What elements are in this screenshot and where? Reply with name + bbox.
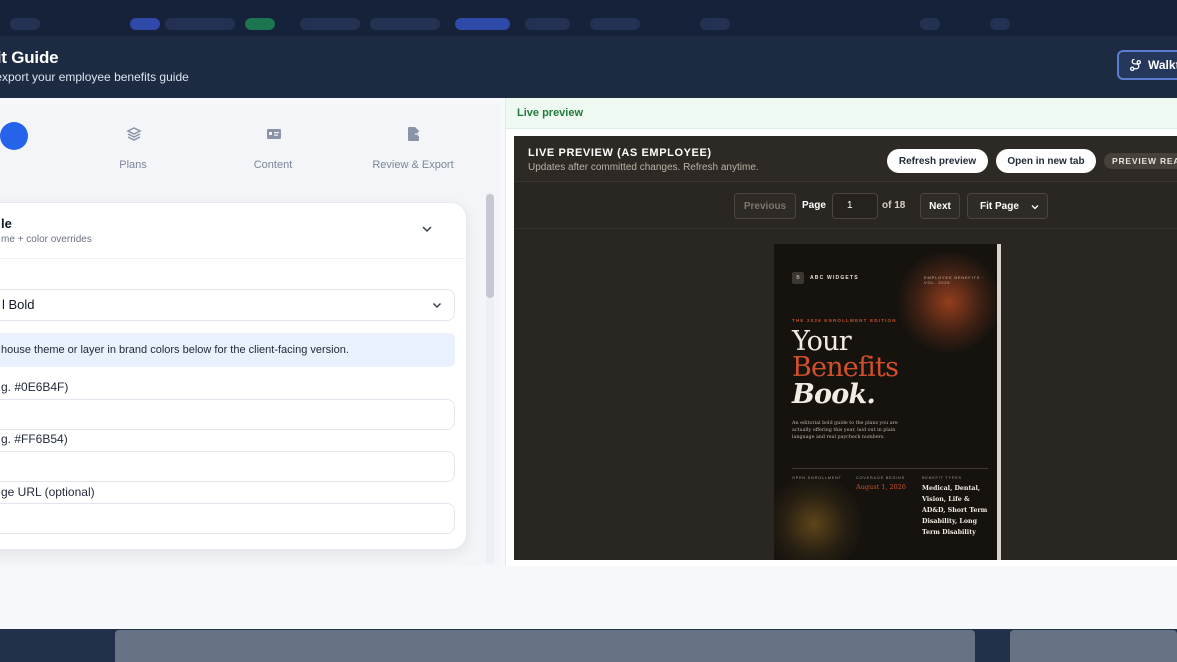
id-card-icon: [267, 129, 281, 139]
background-panel: [1010, 630, 1177, 662]
viewer-title: LIVE PREVIEW (AS EMPLOYEE): [528, 147, 712, 159]
primary-color-label: g. #0E6B4F): [1, 380, 69, 394]
step-plans[interactable]: Plans: [73, 104, 193, 186]
image-url-input[interactable]: [0, 503, 455, 534]
scrollbar-thumb[interactable]: [486, 194, 494, 298]
config-pane: p Plans Content Review & Export: [0, 104, 500, 566]
headline-line-2: Benefits: [792, 352, 899, 383]
page-edge: [997, 244, 1001, 560]
column-label: BENEFIT TYPES: [922, 476, 962, 480]
step-label: Content: [253, 159, 293, 171]
accent-color-input[interactable]: [0, 451, 455, 482]
previous-page-button[interactable]: Previous: [734, 193, 796, 219]
background-chip: [130, 18, 160, 30]
route-icon: [1129, 58, 1142, 71]
intro-text: An editorial bold guide to the plans you…: [792, 421, 898, 440]
modal-title: efit Guide: [0, 48, 59, 67]
open-new-tab-button[interactable]: Open in new tab: [996, 149, 1096, 173]
headline-line-1: Your: [792, 326, 852, 357]
modal-header: efit Guide & export your employee benefi…: [0, 36, 1177, 98]
chevron-down-icon: [1031, 205, 1039, 210]
walkthrough-button[interactable]: Walkt: [1117, 50, 1177, 80]
benefit-guide-modal: efit Guide & export your employee benefi…: [0, 36, 1177, 629]
background-chip: [525, 18, 570, 30]
background-app-topbar: [0, 0, 1177, 40]
chevron-down-icon[interactable]: [421, 223, 433, 235]
layers-icon: [126, 127, 142, 141]
image-url-label: ge URL (optional): [1, 485, 95, 499]
modal-subtitle: & export your employee benefits guide: [0, 70, 189, 84]
live-preview-label: Live preview: [517, 107, 584, 119]
theme-info-banner: house theme or layer in brand colors bel…: [0, 333, 455, 367]
preview-ready-badge: PREVIEW REA: [1104, 153, 1177, 169]
page-count: of 18: [882, 200, 906, 211]
theme-select-value: l Bold: [2, 297, 35, 312]
next-page-button[interactable]: Next: [920, 193, 960, 219]
step-label: Plans: [119, 159, 147, 171]
document-canvas[interactable]: B ABC WIDGETS EMPLOYEE BENEFITS · VOL. 2…: [514, 230, 1177, 560]
refresh-preview-button[interactable]: Refresh preview: [887, 149, 988, 173]
background-chip: [920, 18, 940, 30]
background-panel: [115, 630, 975, 662]
background-chip: [455, 18, 510, 30]
pdf-viewer: LIVE PREVIEW (AS EMPLOYEE) Updates after…: [514, 136, 1177, 560]
benefit-types: Medical, Dental, Vision, Life & AD&D, Sh…: [922, 485, 988, 536]
background-chip: [245, 18, 275, 30]
page-label: Page: [802, 200, 826, 211]
fit-page-select[interactable]: Fit Page: [967, 193, 1048, 219]
style-card: le me + color overrides l Bold house the…: [0, 202, 468, 550]
brand-logo: B: [792, 272, 804, 284]
step-label: p: [0, 159, 70, 171]
column-label: COVERAGE BEGINS: [856, 476, 905, 480]
pdf-toolbar: Previous Page 1 of 18 Next Fit Page: [514, 183, 1177, 229]
viewer-subtitle: Updates after committed changes. Refresh…: [528, 162, 759, 173]
page-number-input[interactable]: 1: [832, 193, 878, 219]
step-content[interactable]: Content: [213, 104, 333, 186]
chevron-down-icon: [432, 302, 442, 309]
viewer-header: LIVE PREVIEW (AS EMPLOYEE) Updates after…: [514, 136, 1177, 182]
scrollbar[interactable]: [486, 192, 494, 564]
document-meta: EMPLOYEE BENEFITS · VOL. 2026: [924, 275, 985, 285]
headline-line-3: Book.: [792, 379, 876, 410]
stepper: p Plans Content Review & Export: [0, 104, 500, 186]
fit-page-value: Fit Page: [980, 200, 1019, 212]
file-export-icon: [408, 127, 422, 141]
column-label: OPEN ENROLLMENT: [792, 476, 842, 480]
document-page: B ABC WIDGETS EMPLOYEE BENEFITS · VOL. 2…: [774, 244, 998, 560]
step-review-export[interactable]: Review & Export: [353, 104, 473, 186]
step-label: Review & Export: [372, 159, 454, 171]
preview-pane: Live preview LIVE PREVIEW (AS EMPLOYEE) …: [505, 98, 1177, 566]
divider: [792, 468, 988, 469]
background-chip: [700, 18, 730, 30]
decorative-glow: [894, 252, 998, 352]
divider: [0, 258, 468, 259]
primary-color-input[interactable]: [0, 399, 455, 430]
background-chip: [990, 18, 1010, 30]
coverage-date: August 1, 2026: [856, 483, 907, 491]
background-chip: [165, 18, 235, 30]
live-preview-bar: Live preview: [506, 98, 1177, 129]
background-chip: [10, 18, 40, 30]
background-chip: [590, 18, 640, 30]
edition-label: THE 2026 ENROLLMENT EDITION: [792, 318, 897, 323]
theme-select[interactable]: l Bold: [0, 289, 455, 321]
style-card-title: le: [1, 216, 12, 231]
background-chip: [300, 18, 360, 30]
brand-name: ABC WIDGETS: [810, 275, 859, 281]
walkthrough-label: Walkt: [1148, 58, 1177, 72]
step-active-indicator: [0, 122, 28, 150]
style-card-subtitle: me + color overrides: [1, 234, 92, 245]
background-chip: [370, 18, 440, 30]
accent-color-label: g. #FF6B54): [1, 432, 68, 446]
background-app-content: [0, 628, 1177, 662]
decorative-glow: [774, 474, 864, 560]
